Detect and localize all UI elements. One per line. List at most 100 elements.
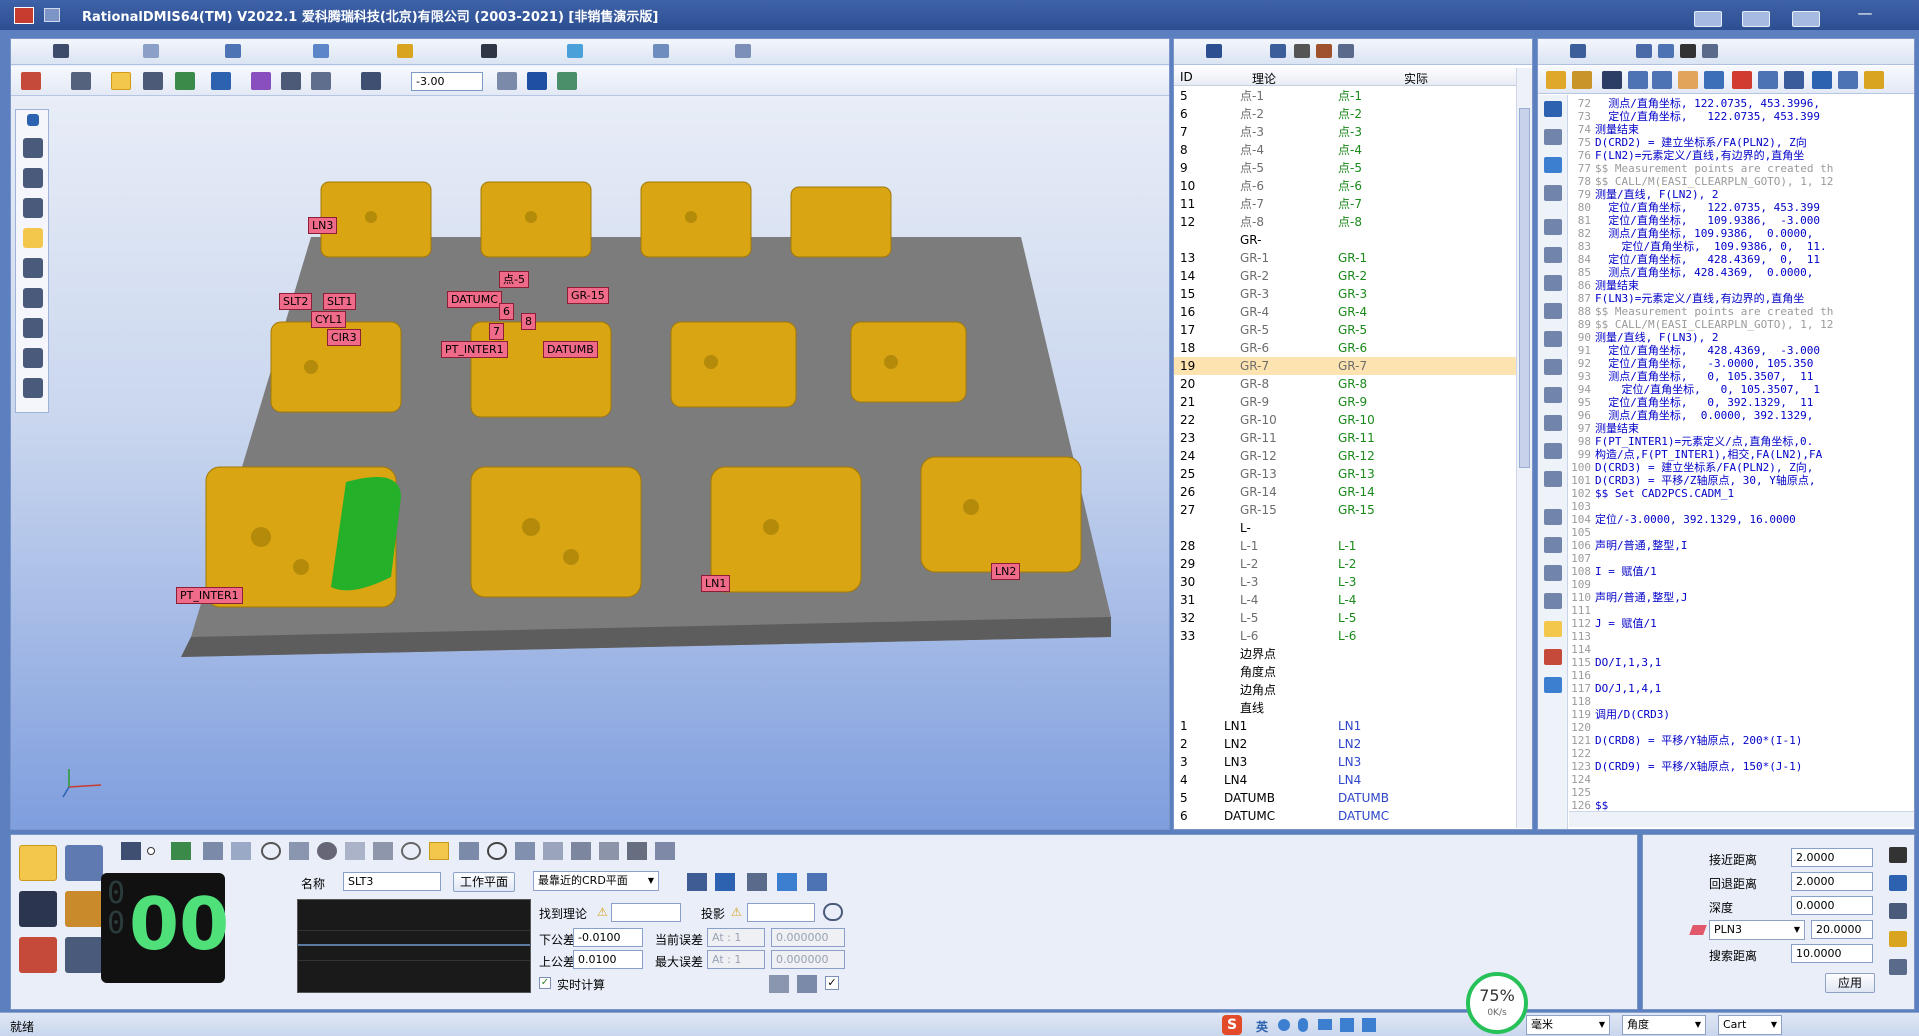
run-tab-icon[interactable] <box>1636 44 1652 58</box>
point-feature-icon[interactable] <box>147 847 155 855</box>
label-pt7[interactable]: 7 <box>489 323 504 340</box>
code-line[interactable]: 92 定位/直角坐标, -3.0000, 105.350 <box>1569 357 1914 370</box>
tree-row[interactable]: 1 LN1 LN1 <box>1174 717 1516 735</box>
plane-select-params[interactable]: PLN3 <box>1709 920 1805 940</box>
retract-input[interactable] <box>1791 872 1873 891</box>
label-slt1[interactable]: SLT1 <box>323 293 357 310</box>
tree-row[interactable]: 24 GR-12 GR-12 <box>1174 447 1516 465</box>
code-line[interactable]: 74 测量结束 <box>1569 123 1914 136</box>
label-pt6[interactable]: 6 <box>499 303 514 320</box>
code-line[interactable]: 81 定位/直角坐标, 109.9386, -3.000 <box>1569 214 1914 227</box>
view-bottom-icon[interactable] <box>23 348 43 368</box>
tree-row[interactable]: 8 点-4 点-4 <box>1174 141 1516 159</box>
approach-input[interactable] <box>1791 848 1873 867</box>
plane-feature-icon[interactable] <box>231 842 251 860</box>
tree-group-row[interactable]: 直线 <box>1174 699 1516 717</box>
select-arrow-icon[interactable] <box>71 72 91 90</box>
code-line[interactable]: 97 测量结束 <box>1569 422 1914 435</box>
image-icon[interactable] <box>251 72 271 90</box>
tree-row[interactable]: 20 GR-8 GR-8 <box>1174 375 1516 393</box>
tree-row[interactable]: 15 GR-3 GR-3 <box>1174 285 1516 303</box>
cone-feature-icon[interactable] <box>373 842 393 860</box>
side-note-icon[interactable] <box>1544 471 1562 487</box>
box-mode-icon[interactable] <box>65 891 103 927</box>
lower-tol-input[interactable] <box>573 928 643 947</box>
app-menu-icon[interactable] <box>44 8 60 22</box>
code-line[interactable]: 87 F(LN3)=元素定义/直线,有边界的,直角坐 <box>1569 292 1914 305</box>
tree-tab-filter-icon[interactable] <box>1294 44 1310 58</box>
code-line[interactable]: 116 <box>1569 669 1914 682</box>
coord-select[interactable]: Cart <box>1718 1015 1782 1035</box>
side-copy-icon[interactable] <box>1544 415 1562 431</box>
delete-icon[interactable] <box>1732 71 1752 89</box>
tool-run-icon[interactable] <box>797 975 817 993</box>
lines-icon[interactable] <box>1704 71 1724 89</box>
edit-icon[interactable] <box>1864 71 1884 89</box>
view-side-icon[interactable] <box>23 198 43 218</box>
code-line[interactable]: 94 定位/直角坐标, 0, 105.3507, 1 <box>1569 383 1914 396</box>
tree-tab-probe-icon[interactable] <box>1270 44 1286 58</box>
code-line[interactable]: 93 测点/直角坐标, 0, 105.3507, 11 <box>1569 370 1914 383</box>
label-pt-inter1-top[interactable]: PT_INTER1 <box>441 341 508 358</box>
code-line[interactable]: 117 DO/J,1,4,1 <box>1569 682 1914 695</box>
tree-group-row[interactable]: 边角点 <box>1174 681 1516 699</box>
code-line[interactable]: 101 D(CRD3) = 平移/Z轴原点, 30, Y轴原点, <box>1569 474 1914 487</box>
tree-row[interactable]: 13 GR-1 GR-1 <box>1174 249 1516 267</box>
slot-feature-icon[interactable] <box>429 842 449 860</box>
axis-mode-icon[interactable] <box>19 937 57 973</box>
side-stop-icon[interactable] <box>1544 649 1562 665</box>
camera-tab-icon[interactable] <box>1680 44 1696 58</box>
tree-row[interactable]: 6 DATUMC DATUMC <box>1174 807 1516 825</box>
tab-document-icon[interactable] <box>143 44 159 58</box>
code-line[interactable]: 122 <box>1569 747 1914 760</box>
col-id[interactable]: ID <box>1180 70 1193 84</box>
curve-feature-icon[interactable] <box>515 842 535 860</box>
tool-calc-icon[interactable] <box>769 975 789 993</box>
tree-row[interactable]: 25 GR-13 GR-13 <box>1174 465 1516 483</box>
ime-skin-icon[interactable] <box>1340 1018 1354 1032</box>
code-line[interactable]: 102 $$ Set CAD2PCS.CADM_1 <box>1569 487 1914 500</box>
view-left-icon[interactable] <box>23 258 43 278</box>
rotate-feature-icon[interactable] <box>777 873 797 891</box>
col-actual[interactable]: 实际 <box>1404 70 1428 87</box>
workplane-button[interactable]: 工作平面 <box>453 872 515 892</box>
depth-input[interactable] <box>1791 896 1873 915</box>
side-layer-icon[interactable] <box>1544 157 1562 173</box>
label-gr15[interactable]: GR-15 <box>567 287 609 304</box>
view-custom-icon[interactable] <box>23 378 43 398</box>
torus-feature-icon[interactable] <box>487 842 507 860</box>
tree-row[interactable]: 18 GR-6 GR-6 <box>1174 339 1516 357</box>
label-pt5[interactable]: 点-5 <box>499 271 529 288</box>
tab-sensor-icon[interactable] <box>481 44 497 58</box>
code-line[interactable]: 107 <box>1569 552 1914 565</box>
code-line[interactable]: 106 声明/普通,整型,I <box>1569 539 1914 552</box>
view-iso-icon[interactable] <box>23 228 43 248</box>
code-line[interactable]: 79 测量/直线, F(LN2), 2 <box>1569 188 1914 201</box>
list-icon[interactable] <box>1652 71 1672 89</box>
gear-feature-icon[interactable] <box>627 842 647 860</box>
tree-tab-feature-icon[interactable] <box>1206 44 1222 58</box>
side-plane-icon[interactable] <box>1544 275 1562 291</box>
code-line[interactable]: 111 <box>1569 604 1914 617</box>
side-pause-icon[interactable] <box>1544 247 1562 263</box>
code-line[interactable]: 110 声明/普通,整型,J <box>1569 591 1914 604</box>
layer-icon[interactable] <box>175 72 195 90</box>
label-slt2[interactable]: SLT2 <box>279 293 313 310</box>
display-icon[interactable] <box>1792 11 1820 27</box>
flag-icon[interactable] <box>1812 71 1832 89</box>
apply-button[interactable]: 应用 <box>1825 973 1875 993</box>
code-line[interactable]: 86 测量结束 <box>1569 279 1914 292</box>
code-line[interactable]: 113 <box>1569 630 1914 643</box>
ellipse-feature-icon[interactable] <box>401 842 421 860</box>
view-top-icon[interactable] <box>23 168 43 188</box>
ime-logo-icon[interactable]: S <box>1222 1015 1242 1035</box>
hand-icon[interactable] <box>1678 71 1698 89</box>
code-line[interactable]: 91 定位/直角坐标, 428.4369, -3.000 <box>1569 344 1914 357</box>
minimize-button[interactable]: — <box>1848 4 1882 24</box>
side-group-icon[interactable] <box>1544 593 1562 609</box>
measure-mode-icon[interactable] <box>19 845 57 881</box>
code-line[interactable]: 90 测量/直线, F(LN3), 2 <box>1569 331 1914 344</box>
tree-row[interactable]: 32 L-5 L-5 <box>1174 609 1516 627</box>
feature-name-input[interactable] <box>343 872 441 891</box>
save-icon[interactable] <box>1602 71 1622 89</box>
